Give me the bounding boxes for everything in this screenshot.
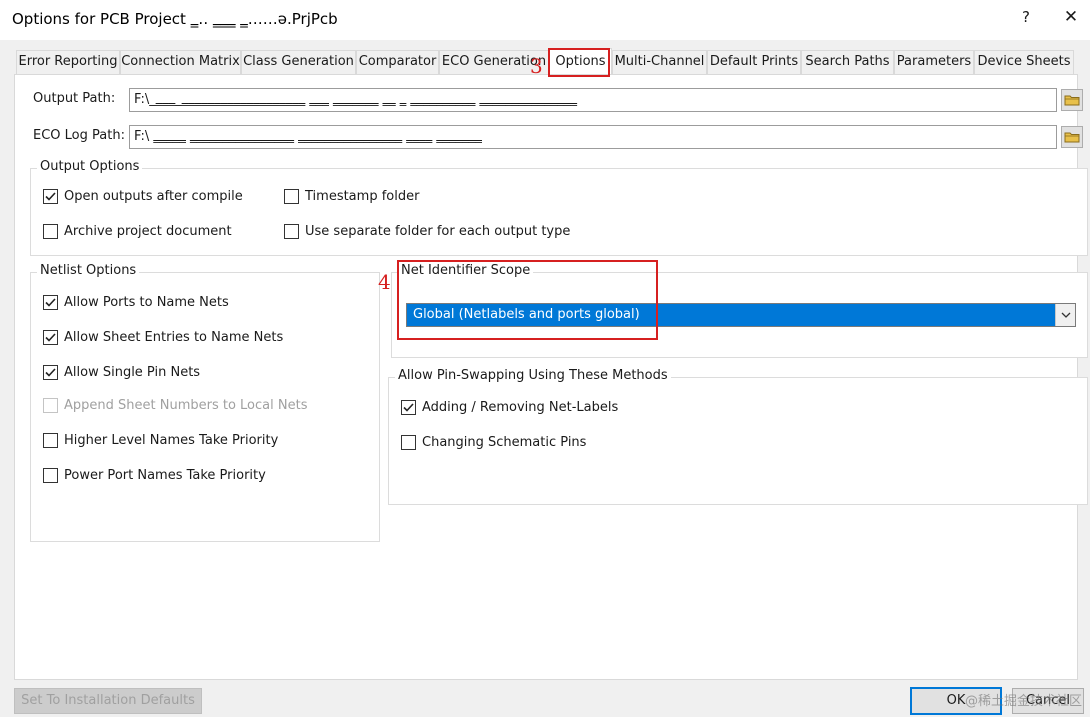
open-outputs-label: Open outputs after compile bbox=[64, 189, 243, 204]
archive-document-label: Archive project document bbox=[64, 224, 232, 239]
annotation-box-options-tab bbox=[548, 48, 610, 77]
append-sheet-label: Append Sheet Numbers to Local Nets bbox=[64, 398, 308, 413]
power-port-checkbox[interactable]: Power Port Names Take Priority bbox=[43, 468, 266, 483]
tab-multi-channel[interactable]: Multi-Channel bbox=[612, 50, 707, 74]
single-pin-label: Allow Single Pin Nets bbox=[64, 365, 201, 380]
checkbox-box[interactable] bbox=[284, 224, 299, 239]
output-options-group: Output Options Open outputs after compil… bbox=[30, 159, 1088, 256]
pin-swapping-group: Allow Pin-Swapping Using These Methods A… bbox=[388, 368, 1088, 505]
eco-log-path-input[interactable]: F:\ ‗‗‗‗‗ ‗‗‗‗‗‗‗‗‗‗‗‗‗‗‗‗ ‗‗‗‗‗‗‗‗‗‗‗‗‗… bbox=[129, 125, 1057, 149]
watermark: @稀土掘金技术社区 bbox=[964, 694, 1082, 709]
sheet-entries-label: Allow Sheet Entries to Name Nets bbox=[64, 330, 284, 345]
annotation-box-net-scope bbox=[397, 260, 658, 340]
append-sheet-checkbox: Append Sheet Numbers to Local Nets bbox=[43, 398, 307, 413]
annotation-number-3: 3 bbox=[530, 54, 543, 78]
checkbox-box[interactable] bbox=[43, 365, 58, 380]
ports-to-name-checkbox[interactable]: Allow Ports to Name Nets bbox=[43, 295, 229, 310]
checkmark-icon bbox=[403, 403, 414, 412]
net-labels-label: Adding / Removing Net-Labels bbox=[422, 400, 619, 415]
checkbox-box[interactable] bbox=[43, 295, 58, 310]
window-title: Options for PCB Project ‗‥ ‗‗‗ ‗……ə.PrjP… bbox=[12, 10, 338, 28]
open-outputs-checkbox[interactable]: Open outputs after compile bbox=[43, 189, 243, 204]
dropdown-arrow[interactable] bbox=[1055, 304, 1075, 326]
dialog-client: Error Reporting Connection Matrix Class … bbox=[0, 40, 1090, 717]
separate-folder-checkbox[interactable]: Use separate folder for each output type bbox=[284, 224, 570, 239]
netlist-options-label: Netlist Options bbox=[37, 263, 140, 278]
annotation-number-4: 4 bbox=[378, 270, 391, 294]
set-defaults-button: Set To Installation Defaults bbox=[14, 688, 202, 714]
close-button[interactable]: ✕ bbox=[1060, 7, 1082, 31]
checkbox-box[interactable] bbox=[43, 468, 58, 483]
checkbox-box[interactable] bbox=[401, 435, 416, 450]
checkmark-icon bbox=[45, 368, 56, 377]
netlist-options-group: Netlist Options Allow Ports to Name Nets… bbox=[30, 263, 380, 542]
eco-log-path-browse-button[interactable] bbox=[1061, 126, 1083, 148]
folder-icon bbox=[1064, 132, 1080, 143]
schematic-pins-checkbox[interactable]: Changing Schematic Pins bbox=[401, 435, 586, 450]
help-button[interactable]: ? bbox=[1016, 8, 1036, 30]
checkbox-box[interactable] bbox=[284, 189, 299, 204]
output-path-input[interactable]: F:\_‗‗‗_‗‗‗‗‗‗‗‗‗‗‗‗‗‗‗‗‗‗‗ ‗‗‗ ‗‗‗‗‗‗‗ … bbox=[129, 88, 1057, 112]
checkbox-box bbox=[43, 398, 58, 413]
checkbox-box[interactable] bbox=[401, 400, 416, 415]
checkmark-icon bbox=[45, 298, 56, 307]
checkbox-box[interactable] bbox=[43, 189, 58, 204]
archive-document-checkbox[interactable]: Archive project document bbox=[43, 224, 232, 239]
options-tab-page: Output Path: F:\_‗‗‗_‗‗‗‗‗‗‗‗‗‗‗‗‗‗‗‗‗‗‗… bbox=[14, 74, 1088, 680]
tab-search-paths[interactable]: Search Paths bbox=[801, 50, 894, 74]
checkmark-icon bbox=[45, 333, 56, 342]
higher-level-checkbox[interactable]: Higher Level Names Take Priority bbox=[43, 433, 278, 448]
pin-swapping-label: Allow Pin-Swapping Using These Methods bbox=[395, 368, 671, 383]
output-path-browse-button[interactable] bbox=[1061, 89, 1083, 111]
chevron-down-icon bbox=[1061, 312, 1070, 318]
checkbox-box[interactable] bbox=[43, 433, 58, 448]
checkmark-icon bbox=[45, 192, 56, 201]
single-pin-checkbox[interactable]: Allow Single Pin Nets bbox=[43, 365, 200, 380]
checkbox-box[interactable] bbox=[43, 330, 58, 345]
folder-icon bbox=[1064, 95, 1080, 106]
timestamp-folder-checkbox[interactable]: Timestamp folder bbox=[284, 189, 419, 204]
sheet-entries-checkbox[interactable]: Allow Sheet Entries to Name Nets bbox=[43, 330, 283, 345]
tab-device-sheets[interactable]: Device Sheets bbox=[974, 50, 1074, 74]
net-labels-checkbox[interactable]: Adding / Removing Net-Labels bbox=[401, 400, 618, 415]
higher-level-label: Higher Level Names Take Priority bbox=[64, 433, 279, 448]
eco-log-path-label: ECO Log Path: bbox=[33, 128, 125, 143]
title-bar: Options for PCB Project ‗‥ ‗‗‗ ‗……ə.PrjP… bbox=[0, 0, 1090, 40]
schematic-pins-label: Changing Schematic Pins bbox=[422, 435, 587, 450]
tab-connection-matrix[interactable]: Connection Matrix bbox=[120, 50, 241, 74]
tab-error-reporting[interactable]: Error Reporting bbox=[16, 50, 120, 74]
timestamp-folder-label: Timestamp folder bbox=[305, 189, 420, 204]
output-options-label: Output Options bbox=[37, 159, 143, 174]
ports-to-name-label: Allow Ports to Name Nets bbox=[64, 295, 229, 310]
tab-parameters[interactable]: Parameters bbox=[894, 50, 974, 74]
tab-comparator[interactable]: Comparator bbox=[356, 50, 439, 74]
separate-folder-label: Use separate folder for each output type bbox=[305, 224, 571, 239]
output-path-label: Output Path: bbox=[33, 91, 116, 106]
tab-default-prints[interactable]: Default Prints bbox=[707, 50, 801, 74]
power-port-label: Power Port Names Take Priority bbox=[64, 468, 266, 483]
checkbox-box[interactable] bbox=[43, 224, 58, 239]
tab-class-generation[interactable]: Class Generation bbox=[241, 50, 356, 74]
